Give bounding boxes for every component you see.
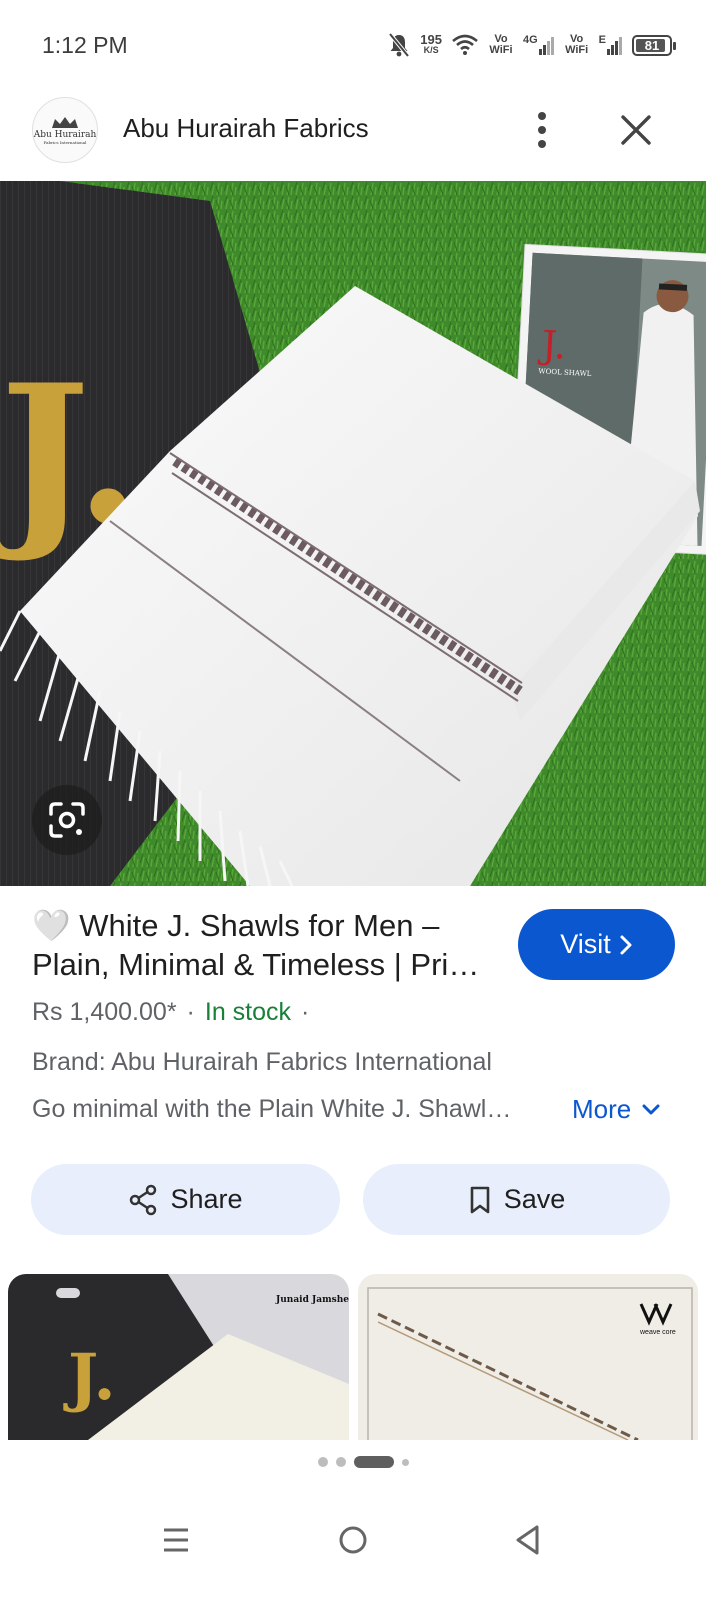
more-button[interactable]: More	[572, 1094, 661, 1125]
status-time: 1:12 PM	[42, 32, 128, 58]
close-icon	[621, 115, 651, 145]
source-title[interactable]: Abu Hurairah Fabrics	[123, 113, 369, 144]
page-dot-active	[353, 1456, 394, 1468]
white-heart-icon: 🤍	[32, 908, 71, 943]
product-title-block: 🤍 White J. Shawls for Men – Plain, Minim…	[32, 906, 492, 984]
product-title[interactable]: 🤍 White J. Shawls for Men – Plain, Minim…	[32, 906, 492, 984]
system-nav-bar	[0, 1496, 720, 1600]
visit-button[interactable]: Visit	[518, 909, 675, 980]
separator: ·	[186, 998, 195, 1026]
net-speed-value: 195	[420, 32, 442, 47]
related-image-1[interactable]: J. Junaid Jamshed	[8, 1274, 349, 1440]
crown-logo-icon	[52, 116, 78, 128]
save-label: Save	[503, 1184, 566, 1214]
related-photo-2: weave core	[358, 1274, 698, 1440]
related-image-2[interactable]: weave core	[358, 1274, 698, 1440]
pagination-dots	[0, 1456, 720, 1468]
save-button[interactable]: Save	[363, 1164, 670, 1235]
page-dot	[335, 1457, 346, 1467]
more-options-button[interactable]	[522, 108, 562, 152]
status-bar: 1:12 PM 195 K/S Vo WiFi 4G Vo WiFi E 81	[0, 0, 720, 96]
signal2-icon: E	[599, 35, 623, 55]
network2-label: E	[598, 34, 606, 46]
share-icon	[130, 1184, 157, 1215]
product-image[interactable]: J. J. WOOL SHAWL	[0, 181, 706, 886]
separator-2: ·	[301, 998, 310, 1026]
thumb1-brand: Junaid Jamshed	[275, 1295, 349, 1305]
bell-off-icon	[388, 32, 410, 58]
product-photo: J. J. WOOL SHAWL	[0, 181, 706, 886]
page-dot	[317, 1457, 328, 1467]
stock-status: In stock	[204, 998, 292, 1026]
menu-icon	[164, 1528, 188, 1552]
battery-icon: 81	[632, 34, 676, 56]
visit-label: Visit	[560, 929, 611, 959]
share-label: Share	[170, 1184, 243, 1214]
chevron-down-icon	[642, 1104, 660, 1114]
avatar-text-line2: Fabrics International	[43, 139, 87, 145]
related-photo-1: J. Junaid Jamshed	[8, 1274, 349, 1440]
source-avatar[interactable]: Abu Hurairah Fabrics International	[32, 97, 98, 163]
more-label: More	[572, 1094, 632, 1124]
share-button[interactable]: Share	[31, 1164, 340, 1235]
bookmark-icon	[470, 1186, 490, 1213]
nav-back-button[interactable]	[498, 1510, 558, 1570]
page-dot	[401, 1458, 409, 1466]
description-snippet: Go minimal with the Plain White J. Shawl…	[32, 1095, 512, 1123]
product-title-text: White J. Shawls for Men – Plain, Minimal…	[32, 908, 480, 982]
lens-icon	[49, 802, 85, 838]
more-vert-icon	[538, 112, 546, 148]
back-triangle-icon	[516, 1525, 539, 1555]
thumb1-letter: J.	[63, 1340, 116, 1415]
avatar-text-line1: Abu Hurairah	[33, 129, 97, 140]
google-lens-button[interactable]	[32, 785, 102, 855]
net-speed: 195 K/S	[420, 32, 442, 56]
home-circle-icon	[339, 1526, 367, 1554]
price-row: Rs 1,400.00* · In stock ·	[32, 998, 309, 1027]
chevron-right-icon	[620, 935, 632, 954]
price: Rs 1,400.00*	[32, 998, 177, 1026]
source-header: Abu Hurairah Fabrics International Abu H…	[0, 96, 720, 180]
wifi-icon	[452, 34, 478, 55]
network1-label: 4G	[522, 34, 538, 46]
nav-home-button[interactable]	[323, 1510, 383, 1570]
volte2-label: Vo WiFi	[565, 33, 589, 56]
signal1-icon: 4G	[523, 35, 555, 55]
volte1-label: Vo WiFi	[489, 33, 513, 56]
nav-recents-button[interactable]	[146, 1510, 206, 1570]
battery-level: 81	[644, 37, 660, 53]
thumb2-brand: weave core	[639, 1329, 676, 1336]
close-button[interactable]	[614, 108, 658, 152]
brand-line: Brand: Abu Hurairah Fabrics Internationa…	[32, 1048, 492, 1076]
status-icons: 195 K/S Vo WiFi 4G Vo WiFi E 81	[387, 30, 676, 60]
